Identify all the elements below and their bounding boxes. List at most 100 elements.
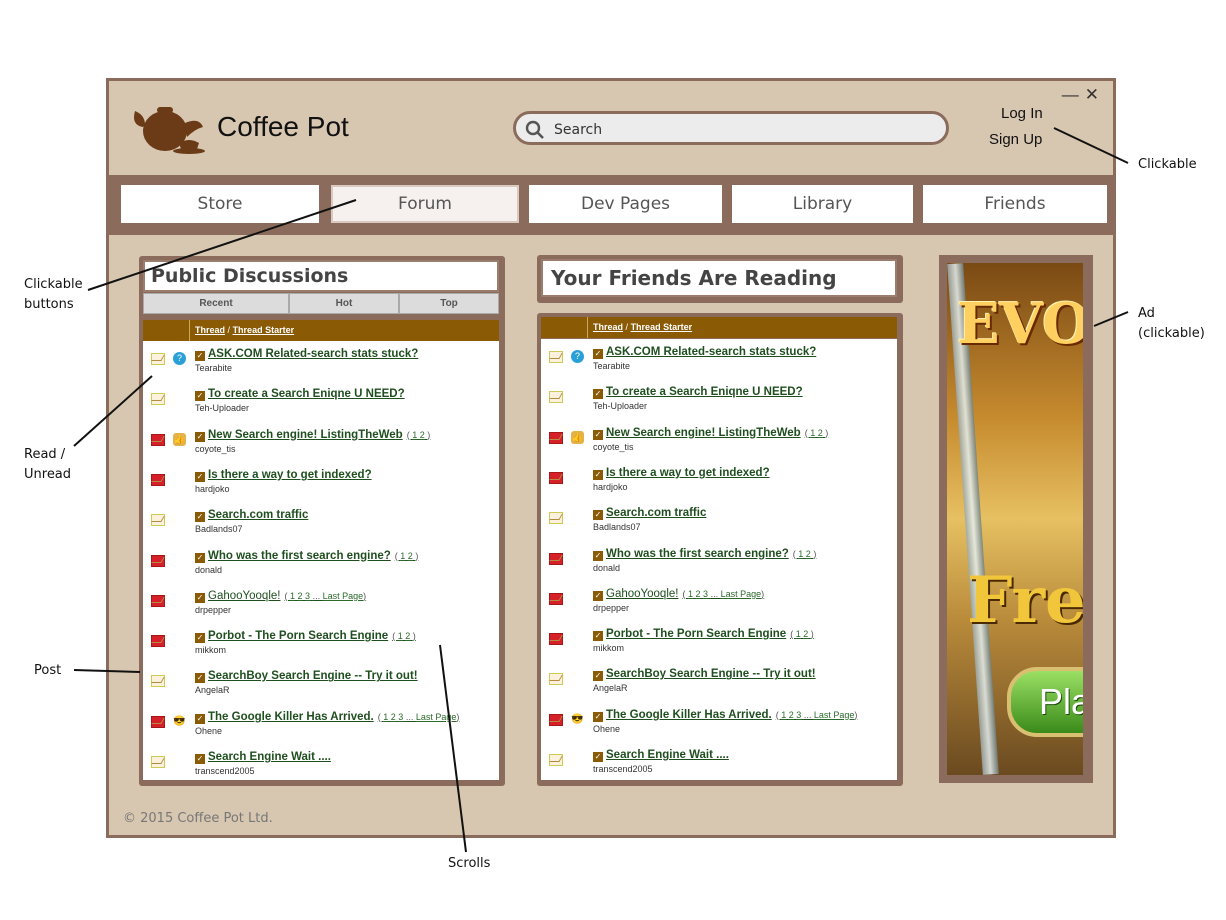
thread-row[interactable]: ? ✓ ASK.COM Related-search stats stuck? Tea… bbox=[541, 341, 897, 381]
thread-row[interactable]: 😎 ✓ The Google Killer Has Arrived.( 1 2 3 … bbox=[541, 704, 897, 744]
signup-link[interactable]: Sign Up bbox=[989, 131, 1042, 148]
page-link[interactable]: 1 bbox=[781, 710, 786, 720]
thread-row[interactable]: ? ✓ ASK.COM Related-search stats stuck? Tea… bbox=[143, 343, 499, 383]
search-box[interactable] bbox=[513, 111, 949, 145]
thread-row[interactable]: ✓ Who was the first search engine?( 1 2 )… bbox=[541, 543, 897, 583]
thread-title[interactable]: Search Engine Wait .... bbox=[606, 749, 729, 761]
thread-title[interactable]: Porbot - The Porn Search Engine( 1 2 ) bbox=[606, 628, 814, 640]
read-envelope-icon bbox=[549, 673, 563, 686]
thread-title[interactable]: GahooYooqle!( 1 2 3 ... Last Page) bbox=[606, 588, 764, 600]
thread-title[interactable]: To create a Search Eniqne U NEED? bbox=[208, 388, 405, 400]
tab-dev-pages[interactable]: Dev Pages bbox=[529, 185, 722, 223]
page-link[interactable]: 2 bbox=[818, 428, 823, 438]
thread-title[interactable]: Is there a way to get indexed? bbox=[208, 469, 372, 481]
thread-title[interactable]: New Search engine! ListingTheWeb( 1 2 ) bbox=[208, 429, 430, 441]
thread-title[interactable]: Search.com traffic bbox=[208, 509, 308, 521]
thread-title[interactable]: Is there a way to get indexed? bbox=[606, 467, 770, 479]
thread-row[interactable]: ✓ Search Engine Wait .... transcend2005 bbox=[143, 746, 499, 780]
ad-play-button[interactable]: Play bbox=[1007, 667, 1083, 737]
friends-heading: Your Friends Are Reading bbox=[541, 259, 897, 297]
thread-row[interactable]: ✓ Search.com traffic Badlands07 bbox=[143, 504, 499, 544]
page-link[interactable]: 1 bbox=[290, 591, 295, 601]
thread-row[interactable]: ✓ GahooYooqle!( 1 2 3 ... Last Page) drpep… bbox=[143, 585, 499, 625]
col-thread[interactable]: Thread bbox=[195, 325, 225, 335]
thread-list[interactable]: ? ✓ ASK.COM Related-search stats stuck? Tea… bbox=[143, 341, 499, 780]
thread-row[interactable]: ✓ Search Engine Wait .... transcend2005 bbox=[541, 744, 897, 780]
login-link[interactable]: Log In bbox=[1001, 105, 1043, 122]
thread-row[interactable]: ✓ SearchBoy Search Engine -- Try it out! A… bbox=[143, 665, 499, 705]
page-links: ( 1 2 ) bbox=[392, 631, 416, 642]
search-input[interactable] bbox=[552, 118, 936, 142]
page-link[interactable]: 1 bbox=[412, 430, 417, 440]
page-links: ( 1 2 ) bbox=[790, 629, 814, 640]
subtab-hot[interactable]: Hot bbox=[289, 293, 399, 314]
page-link[interactable]: 1 bbox=[383, 712, 388, 722]
page-link[interactable]: 2 bbox=[391, 712, 396, 722]
page-link[interactable]: 1 bbox=[400, 551, 405, 561]
last-page-link[interactable]: Last Page bbox=[814, 710, 855, 720]
thread-row[interactable]: ✓ SearchBoy Search Engine -- Try it out! A… bbox=[541, 663, 897, 703]
close-button[interactable]: ✕ bbox=[1085, 85, 1105, 104]
page-link[interactable]: 1 bbox=[798, 549, 803, 559]
last-page-link[interactable]: Last Page bbox=[721, 589, 762, 599]
page-link[interactable]: 2 bbox=[806, 549, 811, 559]
page-link[interactable]: 2 bbox=[789, 710, 794, 720]
page-link[interactable]: 2 bbox=[803, 629, 808, 639]
thread-title[interactable]: New Search engine! ListingTheWeb( 1 2 ) bbox=[606, 427, 828, 439]
tab-friends[interactable]: Friends bbox=[923, 185, 1107, 223]
page-link[interactable]: 2 bbox=[408, 551, 413, 561]
thread-row[interactable]: 😎 ✓ The Google Killer Has Arrived.( 1 2 3 … bbox=[143, 706, 499, 746]
page-link[interactable]: 3 bbox=[398, 712, 403, 722]
page-link[interactable]: 2 bbox=[696, 589, 701, 599]
ad-banner[interactable]: EVON Free F Play bbox=[947, 263, 1083, 775]
thread-row[interactable]: ✓ GahooYooqle!( 1 2 3 ... Last Page) drpep… bbox=[541, 583, 897, 623]
page-link[interactable]: 3 bbox=[796, 710, 801, 720]
page-link[interactable]: 2 bbox=[405, 631, 410, 641]
thread-title[interactable]: Porbot - The Porn Search Engine( 1 2 ) bbox=[208, 630, 416, 642]
col-thread-starter[interactable]: Thread Starter bbox=[631, 322, 693, 332]
thread-title[interactable]: Search.com traffic bbox=[606, 507, 706, 519]
subtab-recent[interactable]: Recent bbox=[143, 293, 289, 314]
thread-title[interactable]: Search Engine Wait .... bbox=[208, 751, 331, 763]
col-thread[interactable]: Thread bbox=[593, 322, 623, 332]
thread-title[interactable]: The Google Killer Has Arrived.( 1 2 3 ..… bbox=[606, 709, 857, 721]
thread-title[interactable]: The Google Killer Has Arrived.( 1 2 3 ..… bbox=[208, 711, 459, 723]
thread-row[interactable]: ✓ Search.com traffic Badlands07 bbox=[541, 502, 897, 542]
tab-store[interactable]: Store bbox=[121, 185, 319, 223]
thread-title[interactable]: GahooYooqle!( 1 2 3 ... Last Page) bbox=[208, 590, 366, 602]
thread-row[interactable]: ✓ To create a Search Eniqne U NEED? Teh-Up… bbox=[143, 383, 499, 423]
thread-list[interactable]: ? ✓ ASK.COM Related-search stats stuck? Tea… bbox=[541, 339, 897, 780]
tab-forum[interactable]: Forum bbox=[331, 185, 519, 223]
page-link[interactable]: 3 bbox=[703, 589, 708, 599]
thread-row[interactable]: ✓ Porbot - The Porn Search Engine( 1 2 ) m… bbox=[143, 625, 499, 665]
tab-library[interactable]: Library bbox=[732, 185, 913, 223]
thread-row[interactable]: 👍 ✓ New Search engine! ListingTheWeb( 1 2 … bbox=[143, 424, 499, 464]
thread-row[interactable]: 👍 ✓ New Search engine! ListingTheWeb( 1 2 … bbox=[541, 422, 897, 462]
subtab-top[interactable]: Top bbox=[399, 293, 499, 314]
page-link[interactable]: 2 bbox=[420, 430, 425, 440]
thread-title[interactable]: SearchBoy Search Engine -- Try it out! bbox=[606, 668, 816, 680]
thread-row[interactable]: ✓ Is there a way to get indexed? hardjoko bbox=[541, 462, 897, 502]
thread-row[interactable]: ✓ Porbot - The Porn Search Engine( 1 2 ) m… bbox=[541, 623, 897, 663]
thread-title[interactable]: ASK.COM Related-search stats stuck? bbox=[606, 346, 816, 358]
thread-title[interactable]: SearchBoy Search Engine -- Try it out! bbox=[208, 670, 418, 682]
unread-envelope-icon bbox=[151, 715, 165, 728]
thread-title[interactable]: Who was the first search engine?( 1 2 ) bbox=[208, 550, 418, 562]
thread-title[interactable]: Who was the first search engine?( 1 2 ) bbox=[606, 548, 816, 560]
last-page-link[interactable]: Last Page bbox=[416, 712, 457, 722]
thread-row[interactable]: ✓ To create a Search Eniqne U NEED? Teh-Up… bbox=[541, 381, 897, 421]
thread-title[interactable]: ASK.COM Related-search stats stuck? bbox=[208, 348, 418, 360]
page-link[interactable]: 1 bbox=[810, 428, 815, 438]
minimize-button[interactable]: — bbox=[1062, 85, 1085, 104]
page-link[interactable]: 1 bbox=[688, 589, 693, 599]
thread-row[interactable]: ✓ Who was the first search engine?( 1 2 )… bbox=[143, 545, 499, 585]
last-page-link[interactable]: Last Page bbox=[323, 591, 364, 601]
page-link[interactable]: 1 bbox=[796, 629, 801, 639]
page-link[interactable]: 1 bbox=[398, 631, 403, 641]
thread-starter: donald bbox=[593, 562, 621, 573]
col-thread-starter[interactable]: Thread Starter bbox=[233, 325, 295, 335]
thread-row[interactable]: ✓ Is there a way to get indexed? hardjoko bbox=[143, 464, 499, 504]
thread-title[interactable]: To create a Search Eniqne U NEED? bbox=[606, 386, 803, 398]
page-link[interactable]: 2 bbox=[298, 591, 303, 601]
page-link[interactable]: 3 bbox=[305, 591, 310, 601]
